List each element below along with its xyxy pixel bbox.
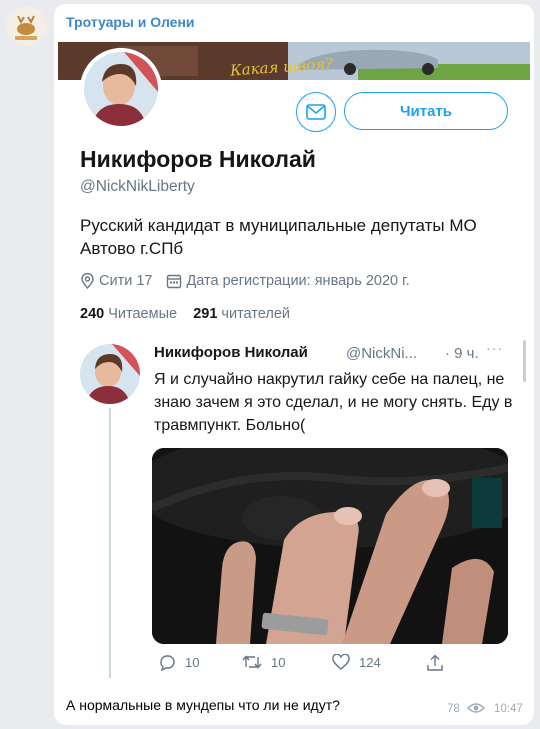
retweet-button[interactable]: 10 [242, 654, 285, 670]
profile-avatar[interactable] [80, 48, 162, 130]
profile-stats: 240 Читаемые 291 читателей [80, 306, 290, 322]
profile-bio: Русский кандидат в муниципальные депутат… [80, 216, 477, 258]
follow-button[interactable]: Читать [344, 92, 508, 130]
heart-icon [332, 654, 350, 670]
thread-line [109, 408, 111, 678]
profile-handle: @NickNikLiberty [80, 178, 195, 195]
channel-name[interactable]: Тротуары и Олени [66, 14, 195, 30]
tweet-avatar[interactable] [80, 344, 140, 404]
reply-button[interactable]: 10 [158, 654, 199, 671]
tweet-screenshot[interactable]: Какая швоя? Читать Никифоров Николай @Ni… [58, 42, 530, 687]
envelope-icon [306, 104, 326, 120]
message-caption: А нормальные в мундепы что ли не идут? [66, 697, 340, 713]
message-time: 10:47 [494, 703, 523, 715]
more-options-icon[interactable]: ··· [486, 340, 503, 356]
scrollbar[interactable] [523, 340, 526, 382]
channel-logo-icon [6, 6, 46, 46]
following-label[interactable]: Читаемые [108, 306, 177, 322]
profile-name: Никифоров Николай [80, 146, 316, 172]
like-button[interactable]: 124 [332, 654, 381, 670]
retweet-count: 10 [271, 654, 286, 670]
tweet-text: Я и случайно накрутил гайку себе на пале… [154, 371, 513, 434]
profile-location: Сити 17 [99, 273, 153, 289]
location-pin-icon [81, 273, 94, 289]
telegram-chat: Тротуары и Олени Какая швоя? Читать Ники… [0, 0, 540, 729]
share-button[interactable] [426, 654, 444, 672]
channel-avatar[interactable] [6, 6, 46, 46]
message-button[interactable] [296, 92, 336, 132]
reply-icon [160, 655, 175, 671]
eye-icon [467, 703, 485, 713]
share-icon [427, 654, 443, 671]
like-count: 124 [359, 654, 381, 670]
view-count: 78 [447, 703, 460, 715]
calendar-icon [167, 274, 182, 289]
followers-label[interactable]: читателей [221, 306, 290, 322]
profile-meta: Сити 17 Дата регистрации: январь 2020 г. [80, 273, 410, 289]
profile-joined: Дата регистрации: январь 2020 г. [186, 273, 410, 289]
following-count[interactable]: 240 [80, 306, 104, 322]
followers-count[interactable]: 291 [193, 306, 217, 322]
tweet-time[interactable]: · 9 ч. [445, 345, 479, 362]
tweet-photo[interactable] [152, 448, 508, 644]
tweet-author-handle[interactable]: @NickNi... [346, 345, 417, 362]
retweet-icon [242, 655, 262, 669]
tweet-actions: 10 10 124 [152, 654, 452, 674]
tweet-author-name[interactable]: Никифоров Николай [154, 344, 308, 361]
reply-count: 10 [185, 655, 200, 670]
